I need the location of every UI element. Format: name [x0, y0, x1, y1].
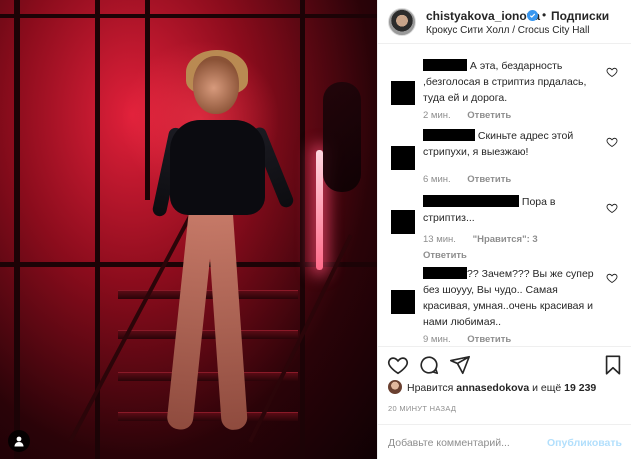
redacted-username	[423, 267, 467, 279]
redacted-username	[423, 129, 475, 141]
likes-middle: и ещё	[529, 382, 565, 394]
comment-meta: 6 мин. Ответить	[423, 174, 511, 185]
figure-leg	[206, 199, 248, 431]
comment-avatar[interactable]	[391, 146, 415, 170]
comment-likes-count[interactable]: "Нравится": 3	[473, 234, 538, 245]
comment-time: 6 мин.	[423, 174, 451, 185]
heart-icon[interactable]	[387, 354, 409, 376]
post-location[interactable]: Крокус Сити Холл / Crocus City Hall	[426, 25, 589, 36]
comment-redacted-tail: ??	[467, 268, 479, 280]
post-photo[interactable]	[0, 0, 377, 459]
scaffold-pole	[145, 0, 150, 200]
scaffold-beam	[0, 14, 377, 18]
verified-badge-icon	[527, 10, 538, 21]
comment-avatar[interactable]	[391, 210, 415, 234]
heart-icon[interactable]	[606, 66, 618, 78]
likes-user[interactable]: annasedokova	[456, 382, 529, 394]
reply-button[interactable]: Ответить	[467, 334, 511, 345]
reply-button[interactable]: Ответить	[467, 174, 511, 185]
stair-step	[118, 330, 298, 339]
comment-meta: 2 мин. Ответить	[423, 110, 511, 121]
comment-avatar[interactable]	[391, 81, 415, 105]
comment-avatar[interactable]	[391, 290, 415, 314]
comment-meta-extra: Ответить	[423, 250, 467, 261]
user-tag-icon[interactable]	[8, 430, 30, 452]
post-actions-bar	[378, 346, 631, 380]
header-separator: •	[542, 8, 547, 22]
bookmark-icon[interactable]	[602, 354, 624, 376]
post-header: chistyakova_ionova • Подписки Крокус Сит…	[378, 0, 631, 44]
publish-button[interactable]: Опубликовать	[547, 437, 622, 449]
comments-list[interactable]: А эта, бездарность ,безголосая в стрипти…	[378, 44, 631, 346]
neon-light-bar	[316, 150, 323, 270]
reply-button[interactable]: Ответить	[423, 250, 467, 261]
heart-icon[interactable]	[606, 272, 618, 284]
heart-icon[interactable]	[606, 202, 618, 214]
redacted-username	[423, 195, 519, 207]
stair-step	[118, 372, 298, 381]
figure-head	[193, 56, 239, 114]
figure-torso	[170, 120, 265, 215]
comment-meta: 9 мин. Ответить	[423, 334, 511, 345]
comment-input[interactable]: Добавьте комментарий...	[388, 437, 510, 449]
background-figure	[323, 82, 361, 192]
comment-text: Пора в стриптиз...	[423, 194, 601, 226]
likes-summary[interactable]: Нравится annasedokova и ещё 19 239	[388, 380, 596, 400]
comment-time: 13 мин.	[423, 234, 456, 245]
comment-meta: 13 мин. "Нравится": 3	[423, 234, 538, 245]
scaffold-pole	[14, 0, 20, 459]
comment-text: А эта, бездарность ,безголосая в стрипти…	[423, 58, 601, 106]
stair-step	[118, 412, 298, 421]
comment-text: ?? Зачем??? Вы же супер без шоууу, Вы чу…	[423, 266, 601, 330]
avatar[interactable]	[388, 8, 416, 36]
reply-button[interactable]: Ответить	[467, 110, 511, 121]
scaffold-pole	[300, 0, 305, 459]
post-timestamp[interactable]: 20 МИНУТ НАЗАД	[388, 404, 456, 413]
add-comment-bar: Добавьте комментарий... Опубликовать	[378, 424, 631, 459]
avatar	[388, 380, 402, 394]
comment-text: Скиньте адрес этой стрипухи, я выезжаю!	[423, 128, 601, 160]
likes-prefix: Нравится	[407, 382, 457, 394]
post-username[interactable]: chistyakova_ionova	[426, 9, 540, 23]
likes-count[interactable]: 19 239	[564, 382, 596, 394]
comment-time: 2 мин.	[423, 110, 451, 121]
heart-icon[interactable]	[606, 136, 618, 148]
post-side-panel: chistyakova_ionova • Подписки Крокус Сит…	[377, 0, 631, 459]
comment-icon[interactable]	[418, 354, 440, 376]
share-icon[interactable]	[449, 354, 471, 376]
comment-time: 9 мин.	[423, 334, 451, 345]
follow-button[interactable]: Подписки	[551, 9, 609, 23]
redacted-username	[423, 59, 467, 71]
